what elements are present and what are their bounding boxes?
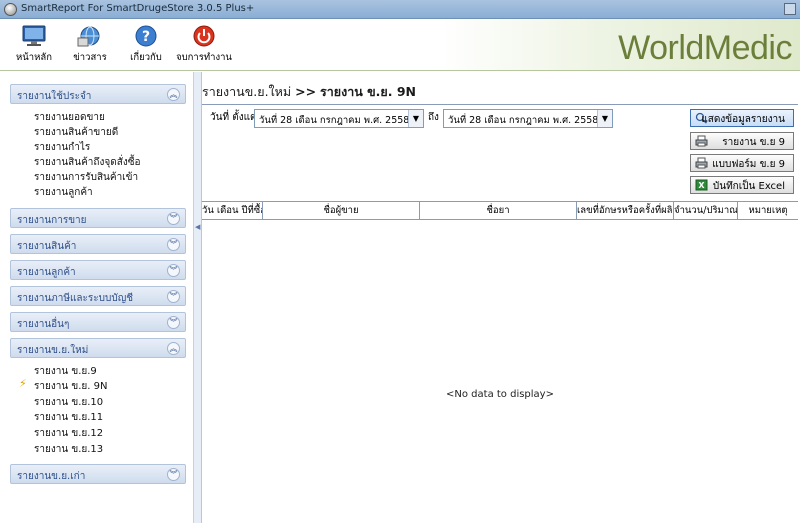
home-button[interactable]: หน้าหลัก — [6, 22, 62, 68]
expand-icon[interactable]: ︾ — [167, 316, 180, 329]
sidebar-group-label: รายงานภาษีและระบบบัญชี — [17, 293, 134, 304]
collapse-icon[interactable]: ︽ — [167, 88, 180, 101]
breadcrumb-current: รายงาน ข.ย. 9N — [320, 84, 417, 99]
monitor-icon — [22, 25, 46, 46]
expand-icon[interactable]: ︾ — [167, 468, 180, 481]
sidebar-group-regular-reports[interactable]: รายงานใช้ประจำ ︽ — [10, 84, 186, 104]
sidebar-item[interactable]: รายงานการรับสินค้าเข้า — [34, 170, 138, 185]
collapse-sidebar-icon[interactable]: ◀ — [195, 223, 200, 231]
printer-icon — [695, 135, 708, 147]
sidebar-item[interactable]: รายงานลูกค้า — [34, 185, 93, 200]
print-khy9-report-button[interactable]: รายงาน ข.ย 9 — [690, 132, 794, 150]
svg-text:?: ? — [142, 29, 150, 45]
brand-logo: WorldMedic — [618, 29, 792, 67]
sidebar-item[interactable]: รายงานกำไร — [34, 140, 90, 155]
app-icon — [4, 3, 17, 16]
sidebar-group-tax-accounting-reports[interactable]: รายงานภาษีและระบบบัญชี ︾ — [10, 286, 186, 306]
column-header-drug-name[interactable]: ชื่อยา — [420, 202, 577, 220]
date-from-value: วันที่ 28 เดือน กรกฎาคม พ.ศ. 2558 — [259, 115, 410, 126]
breadcrumb-parent: รายงานข.ย.ใหม่ — [202, 84, 292, 99]
print-khy9-form-button[interactable]: แบบฟอร์ม ข.ย 9 — [690, 154, 794, 172]
exit-button[interactable]: จบการทำงาน — [176, 22, 232, 68]
column-header-seller-name[interactable]: ชื่อผู้ขาย — [263, 202, 420, 220]
main-toolbar: หน้าหลัก ข่าวสาร ? เกี่ยวกับ จบการทำงาน … — [0, 19, 800, 71]
export-excel-button-label: บันทึกเป็น Excel — [712, 181, 785, 192]
svg-text:X: X — [698, 181, 705, 190]
expand-icon[interactable]: ︾ — [167, 264, 180, 277]
sidebar-item[interactable]: รายงาน ข.ย.13 — [34, 442, 103, 457]
news-button-label: ข่าวสาร — [73, 52, 107, 63]
sidebar-group-label: รายงานใช้ประจำ — [17, 91, 92, 102]
sidebar-group-label: รายงานลูกค้า — [17, 267, 76, 278]
title-bar: SmartReport For SmartDrugeStore 3.0.5 Pl… — [0, 0, 800, 19]
date-to-select[interactable]: วันที่ 28 เดือน กรกฎาคม พ.ศ. 2558 ▼ — [443, 109, 613, 128]
sidebar-item[interactable]: รายงาน ข.ย.10 — [34, 395, 103, 410]
collapse-icon[interactable]: ︽ — [167, 342, 180, 355]
sidebar: รายงานใช้ประจำ ︽ รายงานยอดขาย รายงานสินค… — [0, 72, 194, 523]
empty-grid-message: <No data to display> — [446, 389, 554, 400]
sidebar-group-other-reports[interactable]: รายงานอื่นๆ ︾ — [10, 312, 186, 332]
exit-button-label: จบการทำงาน — [176, 52, 232, 63]
window-control-button[interactable] — [784, 3, 796, 15]
sidebar-item[interactable]: รายงาน ข.ย.11 — [34, 410, 103, 425]
sidebar-group-label: รายงานสินค้า — [17, 241, 77, 252]
sidebar-group-product-reports[interactable]: รายงานสินค้า ︾ — [10, 234, 186, 254]
news-button[interactable]: ข่าวสาร — [62, 22, 118, 68]
date-to-value: วันที่ 28 เดือน กรกฎาคม พ.ศ. 2558 — [448, 115, 599, 126]
breadcrumb-divider — [202, 104, 798, 105]
sidebar-item[interactable]: รายงานสินค้าถึงจุดสั่งซื้อ — [34, 155, 141, 170]
column-header-lot-number[interactable]: เลขที่อักษรหรือครั้งที่ผลิต — [577, 202, 674, 220]
lightning-icon: ⚡ — [19, 377, 27, 390]
help-icon: ? — [135, 25, 157, 47]
about-button-label: เกี่ยวกับ — [130, 52, 162, 63]
sidebar-item[interactable]: รายงานสินค้าขายดี — [34, 125, 118, 140]
breadcrumb-separator: >> — [295, 84, 317, 99]
about-button[interactable]: ? เกี่ยวกับ — [118, 22, 174, 68]
sidebar-group-label: รายงานอื่นๆ — [17, 319, 70, 330]
sidebar-item-selected[interactable]: รายงาน ข.ย. 9N — [34, 379, 107, 394]
chevron-down-icon[interactable]: ▼ — [597, 110, 612, 127]
sidebar-group-label: รายงานการขาย — [17, 215, 87, 226]
window-title: SmartReport For SmartDrugeStore 3.0.5 Pl… — [21, 3, 255, 14]
sidebar-group-old-khy-reports[interactable]: รายงานข.ย.เก่า ︾ — [10, 464, 186, 484]
column-header-purchase-date[interactable]: วัน เดือน ปีที่ซื้อ — [202, 202, 263, 220]
date-from-select[interactable]: วันที่ 28 เดือน กรกฎาคม พ.ศ. 2558 ▼ — [254, 109, 424, 128]
home-button-label: หน้าหลัก — [16, 52, 52, 63]
show-report-button-label: แสดงข้อมูลรายงาน — [701, 114, 785, 125]
sidebar-group-sales-reports[interactable]: รายงานการขาย ︾ — [10, 208, 186, 228]
print-khy9-form-button-label: แบบฟอร์ม ข.ย 9 — [712, 159, 785, 170]
sidebar-group-label: รายงานข.ย.ใหม่ — [17, 345, 89, 356]
sidebar-splitter[interactable]: ◀ — [194, 72, 202, 523]
globe-icon — [77, 26, 100, 47]
print-khy9-report-button-label: รายงาน ข.ย 9 — [722, 137, 785, 148]
main-panel: รายงานข.ย.ใหม่ >> รายงาน ข.ย. 9N วันที่ … — [202, 72, 800, 523]
chevron-down-icon[interactable]: ▼ — [408, 110, 423, 127]
column-header-quantity[interactable]: จำนวน/ปริมาณ — [674, 202, 738, 220]
export-excel-button[interactable]: X บันทึกเป็น Excel — [690, 176, 794, 194]
expand-icon[interactable]: ︾ — [167, 212, 180, 225]
sidebar-group-new-khy-reports[interactable]: รายงานข.ย.ใหม่ ︽ — [10, 338, 186, 358]
grid-header: วัน เดือน ปีที่ซื้อ ชื่อผู้ขาย ชื่อยา เล… — [202, 202, 798, 220]
sidebar-item[interactable]: รายงาน ข.ย.9 — [34, 364, 97, 379]
column-header-remarks[interactable]: หมายเหตุ — [738, 202, 798, 220]
power-icon — [193, 25, 215, 47]
expand-icon[interactable]: ︾ — [167, 290, 180, 303]
printer-icon — [695, 157, 708, 169]
sidebar-item[interactable]: รายงานยอดขาย — [34, 110, 105, 125]
report-grid: วัน เดือน ปีที่ซื้อ ชื่อผู้ขาย ชื่อยา เล… — [202, 201, 798, 523]
show-report-button[interactable]: แสดงข้อมูลรายงาน — [690, 109, 794, 127]
sidebar-group-label: รายงานข.ย.เก่า — [17, 471, 86, 482]
date-from-label: วันที่ ตั้งแต่ — [210, 112, 257, 123]
sidebar-item[interactable]: รายงาน ข.ย.12 — [34, 426, 103, 441]
breadcrumb: รายงานข.ย.ใหม่ >> รายงาน ข.ย. 9N — [202, 82, 416, 102]
excel-icon: X — [695, 179, 708, 191]
sidebar-group-customer-reports[interactable]: รายงานลูกค้า ︾ — [10, 260, 186, 280]
expand-icon[interactable]: ︾ — [167, 238, 180, 251]
date-to-label: ถึง — [428, 112, 439, 123]
